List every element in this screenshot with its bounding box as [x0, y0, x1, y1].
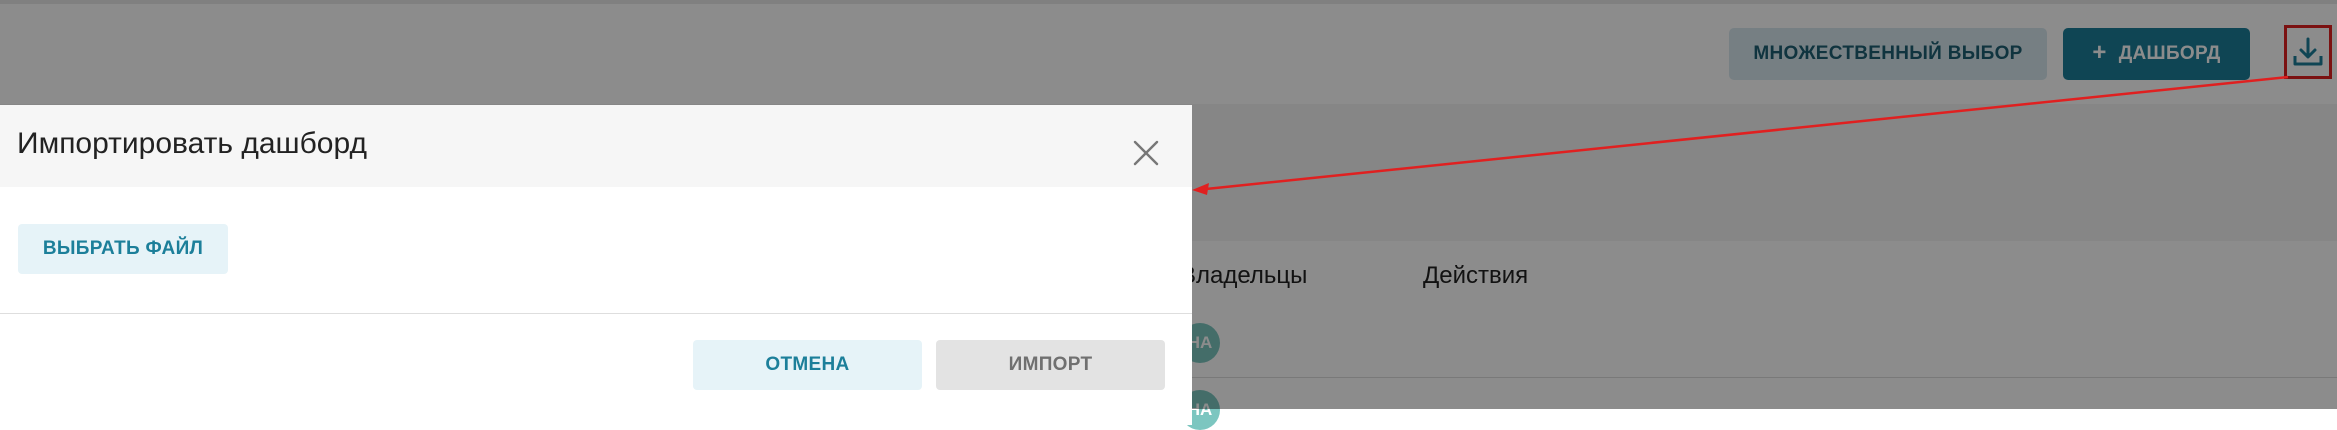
import-button[interactable]: ИМПОРТ: [936, 340, 1165, 390]
close-button[interactable]: [1129, 136, 1163, 170]
choose-file-button[interactable]: ВЫБРАТЬ ФАЙЛ: [18, 224, 228, 274]
import-dashboard-modal: Импортировать дашборд ВЫБРАТЬ ФАЙЛ ОТМЕН…: [0, 105, 1192, 425]
modal-header: Импортировать дашборд: [0, 105, 1192, 187]
cancel-button[interactable]: ОТМЕНА: [693, 340, 922, 390]
modal-footer-divider: [0, 313, 1192, 314]
close-icon: [1133, 140, 1159, 166]
modal-title: Импортировать дашборд: [17, 127, 367, 160]
